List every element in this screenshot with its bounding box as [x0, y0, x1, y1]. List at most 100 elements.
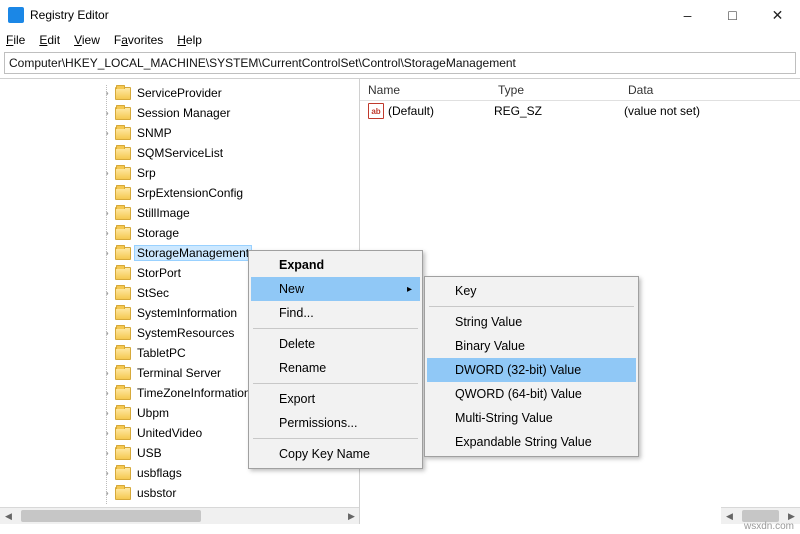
minimize-button[interactable]: – [665, 0, 710, 30]
tree-item[interactable]: › usbstor [0, 483, 359, 503]
value-type: REG_SZ [494, 104, 624, 118]
folder-icon [115, 127, 131, 140]
ctx-export[interactable]: Export [251, 387, 420, 411]
string-value-icon: ab [368, 103, 384, 119]
folder-icon [115, 207, 131, 220]
tree-item[interactable]: ›Storage [0, 223, 359, 243]
context-menu[interactable]: Expand New ▸ Find... Delete Rename Expor… [248, 250, 423, 469]
expand-icon[interactable]: › [100, 88, 114, 99]
expand-icon[interactable]: › [100, 428, 114, 439]
tree-item-label: StorageManagement [135, 246, 251, 260]
tree-item-label: usbflags [135, 466, 184, 480]
folder-icon [115, 347, 131, 360]
ctx-new-dword[interactable]: DWORD (32-bit) Value [427, 358, 636, 382]
ctx-separator [253, 383, 418, 384]
expand-icon[interactable]: › [100, 288, 114, 299]
expand-icon[interactable]: › [100, 388, 114, 399]
list-header: Name Type Data [360, 79, 800, 101]
maximize-button[interactable]: □ [710, 0, 755, 30]
title-bar: Registry Editor – □ ✕ [0, 0, 800, 30]
ctx-separator [253, 438, 418, 439]
header-type[interactable]: Type [490, 83, 620, 97]
tree-item[interactable]: SrpExtensionConfig [0, 183, 359, 203]
value-data: (value not set) [624, 104, 800, 118]
ctx-new-string[interactable]: String Value [427, 310, 636, 334]
folder-icon [115, 407, 131, 420]
tree-item-label: StorPort [135, 266, 183, 280]
menu-bar: File Edit View Favorites Help [0, 30, 800, 50]
tree-item-label: Session Manager [135, 106, 232, 120]
header-data[interactable]: Data [620, 83, 800, 97]
scroll-left-icon[interactable]: ◀ [721, 508, 738, 525]
folder-icon [115, 107, 131, 120]
address-text: Computer\HKEY_LOCAL_MACHINE\SYSTEM\Curre… [9, 56, 516, 70]
folder-icon [115, 187, 131, 200]
expand-icon[interactable]: › [100, 488, 114, 499]
ctx-new[interactable]: New ▸ [251, 277, 420, 301]
ctx-rename[interactable]: Rename [251, 356, 420, 380]
ctx-new-multistring[interactable]: Multi-String Value [427, 406, 636, 430]
expand-icon[interactable]: › [100, 128, 114, 139]
tree-item[interactable]: ›Srp [0, 163, 359, 183]
expand-icon[interactable]: › [100, 168, 114, 179]
ctx-permissions[interactable]: Permissions... [251, 411, 420, 435]
menu-file[interactable]: File [6, 33, 25, 47]
ctx-new-key[interactable]: Key [427, 279, 636, 303]
menu-view[interactable]: View [74, 33, 100, 47]
folder-icon [115, 487, 131, 500]
ctx-new-expstring[interactable]: Expandable String Value [427, 430, 636, 454]
tree-item-label: SystemResources [135, 326, 236, 340]
folder-icon [115, 267, 131, 280]
scroll-left-icon[interactable]: ◀ [0, 508, 17, 525]
address-bar[interactable]: Computer\HKEY_LOCAL_MACHINE\SYSTEM\Curre… [4, 52, 796, 74]
scroll-thumb[interactable] [21, 510, 201, 522]
expand-icon[interactable]: › [100, 208, 114, 219]
tree-item-label: StillImage [135, 206, 192, 220]
ctx-delete[interactable]: Delete [251, 332, 420, 356]
tree-item-label: StSec [135, 286, 171, 300]
expand-icon[interactable]: › [100, 368, 114, 379]
window-title: Registry Editor [30, 8, 665, 22]
expand-icon[interactable]: › [100, 108, 114, 119]
tree-item-label: TimeZoneInformation [135, 386, 253, 400]
ctx-find[interactable]: Find... [251, 301, 420, 325]
ctx-expand[interactable]: Expand [251, 253, 420, 277]
expand-icon[interactable]: › [100, 328, 114, 339]
ctx-separator [429, 306, 634, 307]
value-name: (Default) [388, 104, 494, 118]
header-name[interactable]: Name [360, 83, 490, 97]
tree-item[interactable]: SQMServiceList [0, 143, 359, 163]
ctx-new-binary[interactable]: Binary Value [427, 334, 636, 358]
tree-item-label: usbstor [135, 486, 178, 500]
tree-item-label: TabletPC [135, 346, 188, 360]
tree-item[interactable]: ›SNMP [0, 123, 359, 143]
tree-item-label: USB [135, 446, 164, 460]
expand-icon[interactable]: › [100, 248, 114, 259]
tree-guide-line [106, 85, 107, 504]
folder-icon [115, 387, 131, 400]
folder-icon [115, 307, 131, 320]
context-submenu-new[interactable]: Key String Value Binary Value DWORD (32-… [424, 276, 639, 457]
expand-icon[interactable]: › [100, 228, 114, 239]
tree-item[interactable]: ›ServiceProvider [0, 83, 359, 103]
ctx-copy-key-name[interactable]: Copy Key Name [251, 442, 420, 466]
tree-item[interactable]: › Session Manager [0, 103, 359, 123]
submenu-arrow-icon: ▸ [407, 284, 412, 295]
list-row[interactable]: ab (Default) REG_SZ (value not set) [360, 101, 800, 121]
ctx-separator [253, 328, 418, 329]
ctx-new-qword[interactable]: QWORD (64-bit) Value [427, 382, 636, 406]
scroll-right-icon[interactable]: ▶ [343, 508, 360, 525]
expand-icon[interactable]: › [100, 408, 114, 419]
watermark: wsxdn.com [744, 521, 794, 532]
menu-edit[interactable]: Edit [39, 33, 60, 47]
tree-item-label: SQMServiceList [135, 146, 225, 160]
expand-icon[interactable]: › [100, 448, 114, 459]
scroll-track[interactable] [17, 508, 343, 524]
folder-icon [115, 367, 131, 380]
menu-help[interactable]: Help [177, 33, 202, 47]
close-button[interactable]: ✕ [755, 0, 800, 30]
menu-favorites[interactable]: Favorites [114, 33, 163, 47]
tree-item[interactable]: › StillImage [0, 203, 359, 223]
tree-hscrollbar[interactable]: ◀ ▶ [0, 507, 360, 524]
expand-icon[interactable]: › [100, 468, 114, 479]
